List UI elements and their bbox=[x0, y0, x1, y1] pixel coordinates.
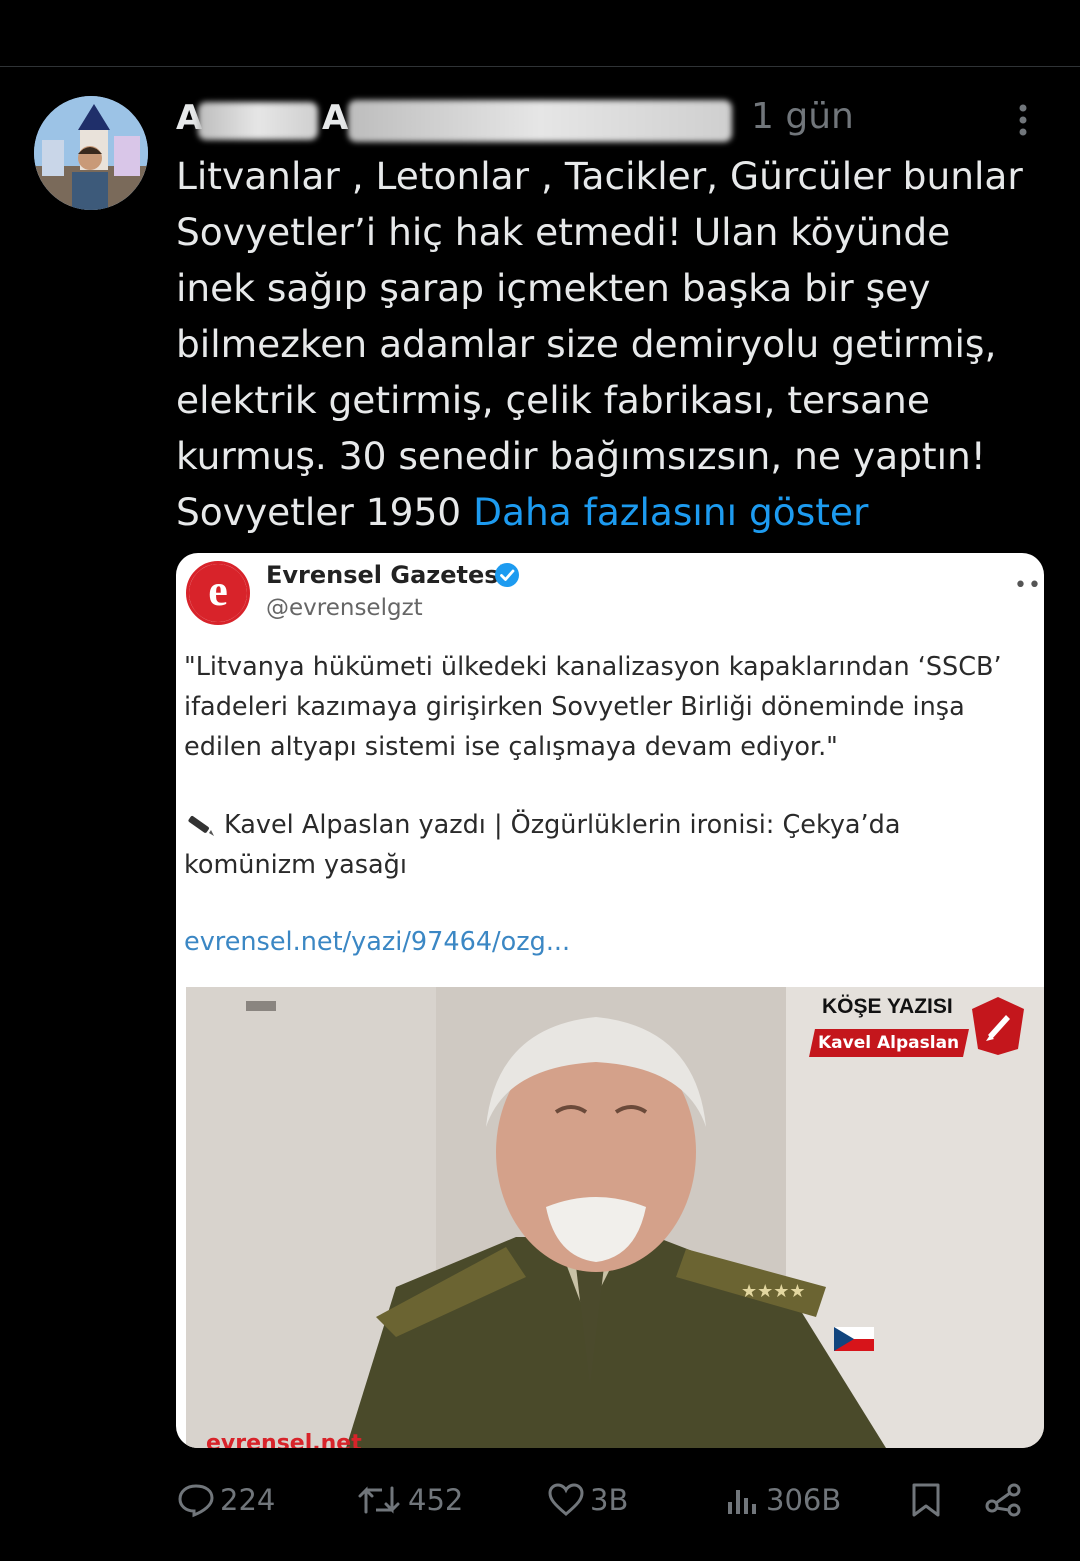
pen-shield-icon bbox=[972, 997, 1024, 1055]
post-text-line: bilmezken adamlar size demiryolu getirmi… bbox=[176, 322, 997, 366]
reply-icon bbox=[178, 1484, 214, 1518]
heart-icon bbox=[548, 1483, 584, 1516]
post-text-line: Litvanlar , Letonlar , Tacikler, Gürcüle… bbox=[176, 154, 1023, 198]
quoted-author-handle[interactable]: @evrenselgzt bbox=[266, 595, 423, 621]
quoted-text-line: "Litvanya hükümeti ülkedeki kanalizasyon… bbox=[184, 652, 1002, 682]
author-name-second[interactable]: A bbox=[322, 98, 348, 138]
avatar-photo bbox=[34, 96, 148, 210]
quoted-more-icon[interactable]: ••• bbox=[1014, 573, 1044, 598]
post-text-line: Sovyetler’i hiç hak etmedi! Ulan köyünde bbox=[176, 210, 951, 254]
image-watermark: evrensel.net bbox=[206, 1431, 362, 1448]
quoted-author-line: Kavel Alpaslan yazdı | Özgürlüklerin iro… bbox=[184, 805, 1034, 885]
like-count: 3B bbox=[590, 1483, 629, 1517]
quoted-author-text: Kavel Alpaslan yazdı | Özgürlüklerin iro… bbox=[184, 805, 1034, 845]
redacted-handle-block bbox=[348, 100, 732, 142]
repost-icon bbox=[358, 1486, 400, 1514]
quoted-author-name[interactable]: Evrensel Gazetesi bbox=[266, 561, 507, 589]
bookmark-icon bbox=[912, 1483, 940, 1517]
badge-title: KÖŞE YAZISI bbox=[822, 995, 953, 1018]
post-timestamp[interactable]: 1 gün bbox=[751, 96, 854, 137]
post-text-line: inek sağıp şarap içmekten başka bir şey bbox=[176, 266, 931, 310]
share-icon bbox=[985, 1483, 1021, 1517]
views-button[interactable]: 306B bbox=[722, 1478, 841, 1522]
quoted-post-card[interactable]: e Evrensel Gazetesi @evrenselgzt ••• "Li… bbox=[176, 553, 1044, 1448]
svg-text:★★★★: ★★★★ bbox=[741, 1281, 806, 1302]
logo-letter: e bbox=[189, 564, 247, 622]
post-text-line: kurmuş. 30 senedir bağımsızsın, ne yaptı… bbox=[176, 434, 986, 478]
redacted-name-block bbox=[198, 102, 318, 140]
badge-author: Kavel Alpaslan bbox=[818, 1033, 960, 1053]
reply-button[interactable]: 224 bbox=[176, 1478, 275, 1522]
quoted-text: "Litvanya hükümeti ülkedeki kanalizasyon… bbox=[184, 647, 1034, 767]
quoted-author-text-line: komünizm yasağı bbox=[184, 850, 407, 880]
like-button[interactable]: 3B bbox=[546, 1478, 628, 1522]
pen-icon bbox=[188, 816, 214, 836]
bookmark-button[interactable] bbox=[906, 1478, 946, 1522]
top-divider bbox=[0, 66, 1080, 67]
post-text-last-line: Sovyetler 1950 Daha fazlasını göster bbox=[176, 484, 1056, 540]
evrensel-logo: e bbox=[186, 561, 250, 625]
repost-button[interactable]: 452 bbox=[356, 1478, 463, 1522]
views-chart-icon bbox=[728, 1490, 756, 1514]
views-count: 306B bbox=[766, 1483, 842, 1517]
badge-author-ribbon: Kavel Alpaslan bbox=[809, 1029, 969, 1057]
quoted-article-link[interactable]: evrensel.net/yazi/97464/ozg... bbox=[184, 927, 570, 957]
reply-count: 224 bbox=[220, 1483, 276, 1517]
share-button[interactable] bbox=[984, 1478, 1024, 1522]
article-image[interactable]: ★★★★ KÖŞE YAZISI Kavel Alpaslan evrensel… bbox=[186, 987, 1044, 1448]
more-options-icon[interactable] bbox=[1011, 100, 1035, 140]
quoted-text-line: ifadeleri kazımaya girişirken Sovyetler … bbox=[184, 692, 965, 722]
repost-count: 452 bbox=[408, 1483, 464, 1517]
post-action-bar: 224 452 3B 306B bbox=[0, 1470, 1080, 1530]
avatar[interactable] bbox=[34, 96, 148, 210]
post-header: A A 1 gün bbox=[176, 92, 1056, 142]
quoted-author-text-line: Kavel Alpaslan yazdı | Özgürlüklerin iro… bbox=[224, 810, 901, 840]
verified-badge-icon bbox=[495, 563, 519, 587]
post-text-line: Sovyetler 1950 bbox=[176, 490, 474, 534]
post-text-line: elektrik getirmiş, çelik fabrikası, ters… bbox=[176, 378, 930, 422]
quoted-text-line: edilen altyapı sistemi ise çalışmaya dev… bbox=[184, 732, 838, 762]
post-text: Litvanlar , Letonlar , Tacikler, Gürcüle… bbox=[176, 148, 1056, 540]
column-badge: KÖŞE YAZISI Kavel Alpaslan bbox=[782, 993, 1030, 1063]
show-more-link[interactable]: Daha fazlasını göster bbox=[473, 490, 868, 534]
